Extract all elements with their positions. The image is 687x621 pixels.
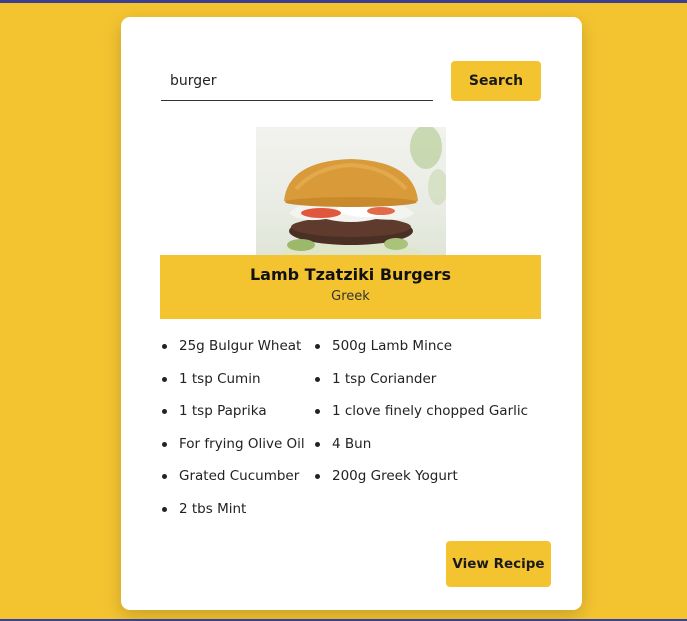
ingredient-item: For frying Olive Oil: [161, 433, 314, 466]
ingredient-item: 25g Bulgur Wheat: [161, 335, 314, 368]
ingredient-item: Grated Cucumber: [161, 465, 314, 498]
ingredient-item: 1 tsp Coriander: [314, 368, 561, 401]
recipe-title: Lamb Tzatziki Burgers: [249, 265, 452, 284]
ingredient-item: 1 tsp Cumin: [161, 368, 314, 401]
search-input[interactable]: [161, 61, 433, 101]
recipe-cuisine: Greek: [331, 289, 370, 304]
search-button[interactable]: Search: [451, 61, 541, 101]
top-border: [0, 0, 687, 3]
ingredient-list: 25g Bulgur Wheat 500g Lamb Mince 1 tsp C…: [161, 335, 561, 531]
ingredient-item: 1 tsp Paprika: [161, 400, 314, 433]
recipe-card: Search Lamb Tzatziki Burgers: [121, 17, 582, 610]
recipe-image: [256, 127, 446, 257]
recipe-banner: Lamb Tzatziki Burgers Greek: [160, 255, 541, 319]
ingredient-item: 200g Greek Yogurt: [314, 465, 561, 498]
ingredient-item: 500g Lamb Mince: [314, 335, 561, 368]
ingredient-item: 2 tbs Mint: [161, 498, 314, 531]
ingredient-item: 4 Bun: [314, 433, 561, 466]
burger-photo: [281, 127, 446, 257]
view-recipe-button[interactable]: View Recipe: [446, 541, 551, 587]
ingredient-item: 1 clove finely chopped Garlic: [314, 400, 561, 433]
